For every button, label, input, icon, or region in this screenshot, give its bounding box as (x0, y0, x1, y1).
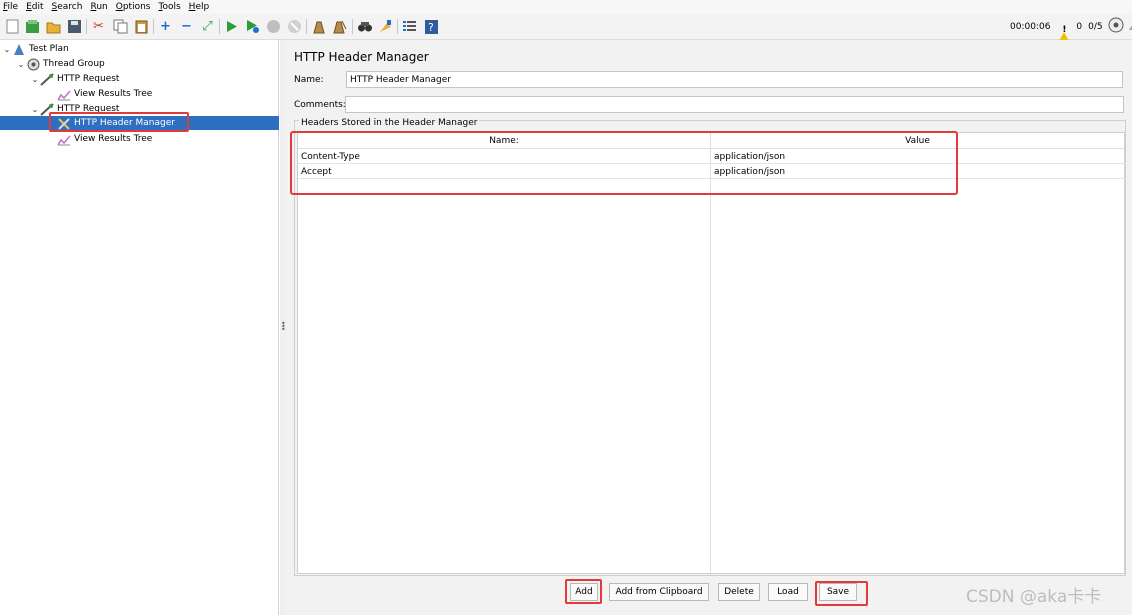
name-label: Name: (294, 75, 324, 85)
open-icon[interactable] (45, 18, 62, 35)
cut-icon[interactable]: ✂ (90, 18, 107, 35)
listener-icon (57, 88, 71, 101)
test-plan-icon (12, 43, 26, 56)
tree-node-thread-group[interactable]: ⌄ Thread Group (16, 57, 105, 71)
clear-icon[interactable] (310, 18, 327, 35)
menu-edit[interactable]: Edit (23, 1, 48, 13)
load-button[interactable]: Load (768, 583, 808, 601)
chevron-down-icon[interactable]: ⌄ (16, 60, 26, 69)
menu-run[interactable]: Run (87, 1, 112, 13)
menu-tools[interactable]: Tools (155, 1, 185, 13)
grip-icon: • • • (281, 319, 286, 334)
expand-icon[interactable]: + (157, 18, 174, 35)
watermark: CSDN @aka卡卡 (966, 587, 1102, 607)
tree-node-label: Thread Group (43, 59, 105, 69)
test-plan-tree: ⌄ Test Plan ⌄ Thread Group ⌄ HTTP Reques… (0, 40, 279, 615)
headers-table: Name: Value Content-Type application/jso… (290, 131, 1126, 575)
toolbar: ✂ + − ⤢ ? 00:00:06 ! 0 0/5 (0, 14, 1132, 46)
name-field[interactable]: HTTP Header Manager (346, 71, 1123, 88)
reset-search-icon[interactable] (377, 18, 394, 35)
menu-search[interactable]: Search (49, 1, 88, 13)
tree-node-label: Test Plan (29, 44, 69, 54)
menu-file[interactable]: File (0, 1, 23, 13)
new-icon[interactable] (4, 18, 21, 35)
highlight-box (815, 581, 868, 606)
function-helper-icon[interactable] (401, 18, 418, 35)
page-title: HTTP Header Manager (294, 50, 429, 64)
headers-group-title: Headers Stored in the Header Manager (299, 118, 480, 128)
menu-help[interactable]: Help (186, 1, 215, 13)
toggle-icon[interactable]: ⤢ (199, 18, 216, 35)
comments-label: Comments: (294, 100, 346, 110)
highlight-box (49, 112, 189, 132)
paste-icon[interactable] (133, 18, 150, 35)
warning-icon[interactable]: ! (1056, 21, 1073, 46)
menu-options[interactable]: Options (113, 1, 156, 13)
start-icon[interactable] (223, 18, 240, 35)
delete-button[interactable]: Delete (718, 583, 760, 601)
sampler-icon (40, 72, 54, 86)
clear-all-icon[interactable] (331, 18, 348, 35)
elapsed-timer: 00:00:06 (1010, 21, 1051, 32)
chevron-down-icon[interactable]: ⌄ (2, 45, 12, 54)
menu-bar: File Edit Search Run Options Tools Help (0, 0, 1132, 14)
save-icon[interactable] (66, 18, 83, 35)
highlight-box (290, 131, 958, 195)
templates-icon[interactable] (24, 18, 41, 35)
header-manager-panel: HTTP Header Manager Name: HTTP Header Ma… (286, 40, 1132, 615)
tree-node-label: HTTP Request (57, 74, 120, 84)
log-viewer-icon[interactable] (1127, 18, 1132, 36)
svg-text:?: ? (428, 21, 434, 34)
remote-engines-icon[interactable] (1108, 17, 1124, 36)
tree-node-label: View Results Tree (74, 134, 153, 144)
start-no-pause-icon[interactable] (244, 18, 261, 35)
listener-icon (57, 133, 71, 146)
highlight-box (565, 579, 602, 604)
warning-count: 0 (1076, 21, 1083, 32)
comments-field[interactable] (345, 96, 1124, 113)
tree-node-http-request[interactable]: ⌄ HTTP Request (30, 72, 119, 86)
chevron-down-icon[interactable]: ⌄ (30, 75, 40, 84)
stop-icon[interactable] (265, 18, 282, 35)
search-icon[interactable] (356, 18, 373, 35)
thread-count: 0/5 (1088, 21, 1103, 32)
copy-icon[interactable] (112, 18, 129, 35)
shutdown-icon[interactable] (286, 18, 303, 35)
collapse-icon[interactable]: − (178, 18, 195, 35)
help-icon[interactable]: ? (423, 18, 440, 35)
add-from-clipboard-button[interactable]: Add from Clipboard (609, 583, 709, 601)
thread-group-icon (26, 58, 40, 71)
tree-node-label: View Results Tree (74, 89, 153, 99)
tree-node-test-plan[interactable]: ⌄ Test Plan (2, 42, 69, 56)
chevron-down-icon[interactable]: ⌄ (30, 105, 40, 114)
tree-node-view-results-tree[interactable]: View Results Tree (57, 132, 152, 146)
tree-node-view-results-tree[interactable]: View Results Tree (57, 87, 152, 101)
